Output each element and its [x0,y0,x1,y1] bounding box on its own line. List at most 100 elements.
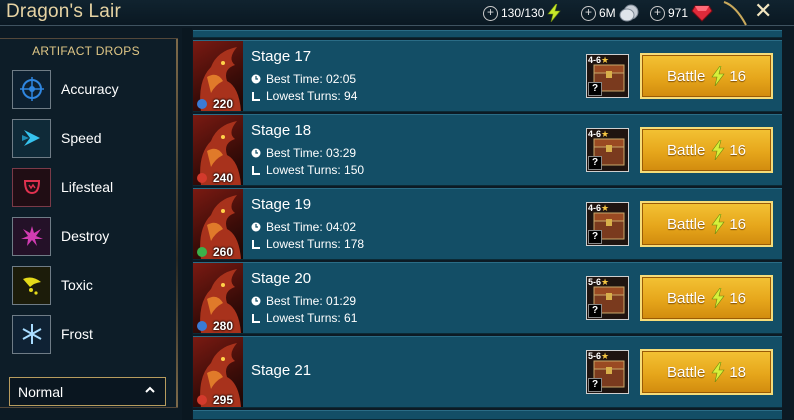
question-mark-icon: ? [588,304,602,318]
add-gems-button[interactable]: + [650,5,665,21]
affinity-icon [197,395,207,405]
stage-row-partial [193,410,782,420]
reward-chest[interactable]: 5-6★ ? [586,350,629,394]
gem-icon [691,5,713,22]
clock-icon [251,222,261,232]
question-mark-icon: ? [588,82,602,96]
sidebar-item-destroy[interactable]: Destroy [12,216,162,256]
chest-tier: 5-6★ [588,277,610,287]
gems-value: 971 [668,6,689,20]
stage-row-partial [193,30,782,38]
frost-icon [12,314,51,354]
stage-row[interactable]: 280 Stage 20 Best Time: 01:29 Lowest Tur… [193,262,782,334]
enemy-power: 280 [213,319,234,333]
sidebar-item-toxic[interactable]: Toxic [12,265,162,305]
turns-icon [252,92,260,101]
enemy-power: 220 [213,97,234,111]
swoosh-ornament-icon [723,1,747,26]
affinity-icon [197,247,207,257]
stage-row[interactable]: 295 Stage 21 5-6★ ? Battle 18 [193,336,782,408]
stage-name: Stage 17 [251,48,312,65]
dragon-portrait: 280 [193,263,243,333]
enemy-power: 240 [213,171,234,185]
difficulty-select[interactable]: Normal [9,377,166,406]
lowest-turns-text: Lowest Turns: 94 [266,89,358,103]
enemy-power: 260 [213,245,234,259]
energy-icon [711,66,725,86]
battle-label: Battle [666,363,706,381]
chest-tier: 4-6★ [588,203,610,213]
stage-name: Stage 20 [251,270,312,287]
lowest-turns-text: Lowest Turns: 61 [266,311,358,325]
silver-resource: + 6M [581,3,639,23]
artifact-drops-title: ARTIFACT DROPS [32,44,140,58]
energy-cost: 16 [729,141,747,159]
silver-coin-icon [619,4,639,22]
reward-chest[interactable]: 5-6★ ? [586,276,629,320]
dragon-portrait: 220 [193,41,243,111]
reward-chest[interactable]: 4-6★ ? [586,54,629,98]
affinity-icon [197,321,207,331]
battle-button[interactable]: Battle 18 [640,349,773,395]
battle-button[interactable]: Battle 16 [640,275,773,321]
sidebar-item-speed[interactable]: Speed [12,118,162,158]
lifesteal-icon [12,167,51,207]
reward-chest[interactable]: 4-6★ ? [586,202,629,246]
sidebar-item-lifesteal[interactable]: Lifesteal [12,167,162,207]
add-silver-button[interactable]: + [581,5,596,21]
sidebar-item-label: Toxic [61,277,93,293]
clock-icon [251,74,261,84]
stage-name: Stage 21 [251,362,312,379]
battle-label: Battle [666,67,706,85]
energy-icon [547,4,562,22]
affinity-icon [197,173,207,183]
question-mark-icon: ? [588,230,602,244]
question-mark-icon: ? [588,156,602,170]
battle-label: Battle [666,215,706,233]
best-time: Best Time: 03:29 [251,146,356,160]
clock-icon [251,148,261,158]
sidebar-item-label: Destroy [61,228,110,244]
sidebar-item-label: Frost [61,326,93,342]
battle-label: Battle [666,289,706,307]
sidebar-item-label: Lifesteal [61,179,114,195]
battle-button[interactable]: Battle 16 [640,53,773,99]
battle-label: Battle [666,141,706,159]
best-time: Best Time: 01:29 [251,294,356,308]
best-time-text: Best Time: 04:02 [266,220,357,234]
add-energy-button[interactable]: + [483,5,498,21]
best-time-text: Best Time: 02:05 [266,72,357,86]
close-button[interactable]: ✕ [754,0,772,24]
stage-row[interactable]: 220 Stage 17 Best Time: 02:05 Lowest Tur… [193,40,782,112]
dragon-portrait: 260 [193,189,243,259]
energy-icon [711,140,725,160]
energy-cost: 16 [729,67,747,85]
speed-icon [12,118,51,158]
top-bar: Dragon's Lair + 130/130 + 6M + 971 ✕ [0,0,794,26]
difficulty-value: Normal [18,383,64,400]
lowest-turns: Lowest Turns: 178 [251,237,364,251]
lowest-turns-text: Lowest Turns: 150 [266,163,365,177]
chevron-up-icon [145,386,155,393]
stage-row[interactable]: 240 Stage 18 Best Time: 03:29 Lowest Tur… [193,114,782,186]
turns-icon [252,166,260,175]
battle-button[interactable]: Battle 16 [640,127,773,173]
turns-icon [252,240,260,249]
energy-cost: 16 [729,215,747,233]
sidebar-item-accuracy[interactable]: Accuracy [12,69,162,109]
affinity-icon [197,99,207,109]
stage-name: Stage 18 [251,122,312,139]
lowest-turns-text: Lowest Turns: 178 [266,237,365,251]
energy-value: 130/130 [501,6,545,20]
stage-row[interactable]: 260 Stage 19 Best Time: 04:02 Lowest Tur… [193,188,782,260]
page-title: Dragon's Lair [6,1,122,22]
stage-name: Stage 19 [251,196,312,213]
energy-icon [711,288,725,308]
battle-button[interactable]: Battle 16 [640,201,773,247]
sidebar-item-frost[interactable]: Frost [12,314,162,354]
best-time: Best Time: 02:05 [251,72,356,86]
chest-tier: 4-6★ [588,129,610,139]
reward-chest[interactable]: 4-6★ ? [586,128,629,172]
enemy-power: 295 [213,393,234,407]
turns-icon [252,314,260,323]
